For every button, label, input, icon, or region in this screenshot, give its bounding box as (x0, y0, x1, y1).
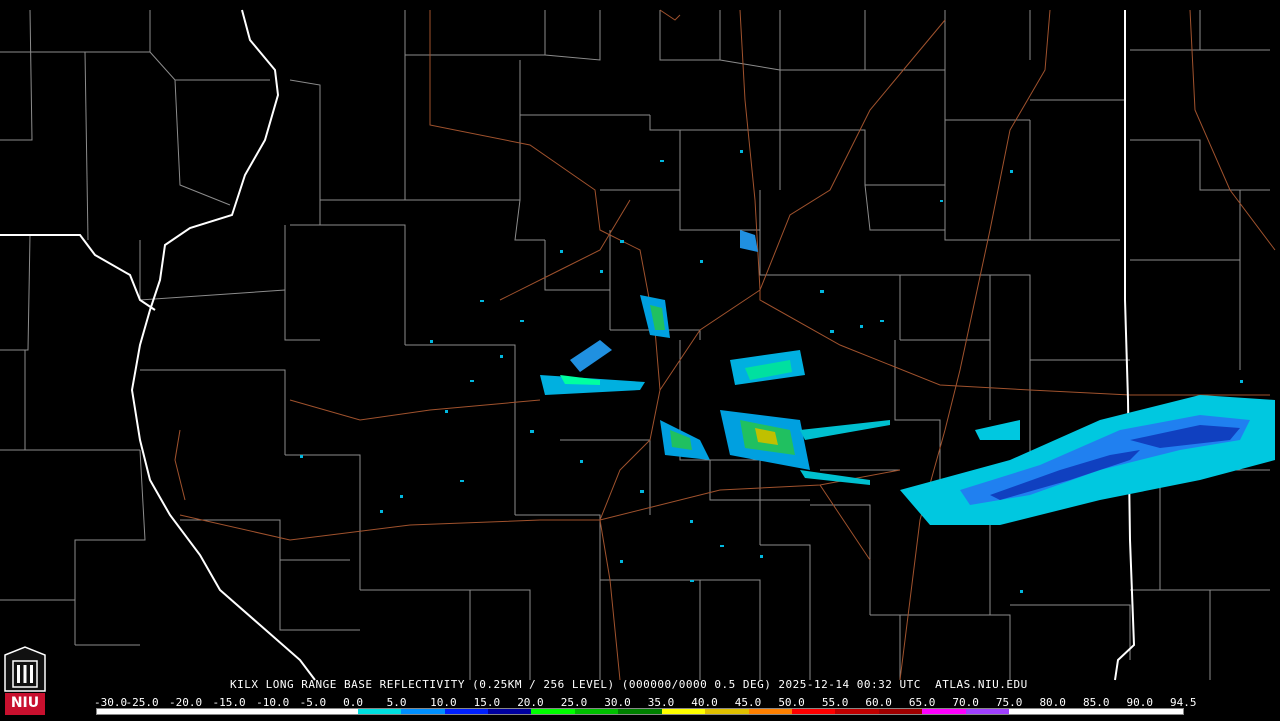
colorbar-segment (140, 709, 184, 714)
colorbar-segment (835, 709, 879, 714)
colorbar-segment (227, 709, 271, 714)
colorbar-segment (1052, 709, 1097, 714)
logo-text: NIU (10, 695, 40, 711)
niu-logo: NIU (3, 645, 47, 717)
colorbar-segment (661, 709, 706, 714)
colorbar-segment (705, 709, 749, 714)
radar-echoes-near (540, 230, 890, 485)
colorbar-segment (922, 709, 966, 714)
colorbar-segment (97, 709, 141, 714)
colorbar-segment (748, 709, 792, 714)
colorbar-segment (1096, 709, 1140, 714)
colorbar-segment (792, 709, 836, 714)
colorbar-segment (574, 709, 619, 714)
colorbar-segment (487, 709, 532, 714)
radar-echoes-band (900, 395, 1275, 525)
colorbar-segment (531, 709, 575, 714)
colorbar-segment (401, 709, 445, 714)
colorbar-segment (314, 709, 358, 714)
colorbar-segment (965, 709, 1010, 714)
colorbar-segment (357, 709, 402, 714)
colorbar-segment (1139, 709, 1183, 714)
colorbar-segment (444, 709, 488, 714)
reflectivity-scale-labels: -30.0 -25.0 -20.0 -15.0 -10.0 -5.0 0.0 5.0 10.0 1… (94, 696, 1197, 709)
radar-map (0, 9, 1276, 681)
state-borders (0, 9, 1136, 681)
colorbar-segment (270, 709, 315, 714)
colorbar-segment (1009, 709, 1053, 714)
colorbar-segment (878, 709, 923, 714)
colorbar-segment (183, 709, 228, 714)
colorbar-segment (618, 709, 662, 714)
reflectivity-colorbar (96, 708, 1184, 715)
county-borders (0, 9, 1270, 680)
product-caption: KILX LONG RANGE BASE REFLECTIVITY (0.25K… (230, 678, 1028, 691)
